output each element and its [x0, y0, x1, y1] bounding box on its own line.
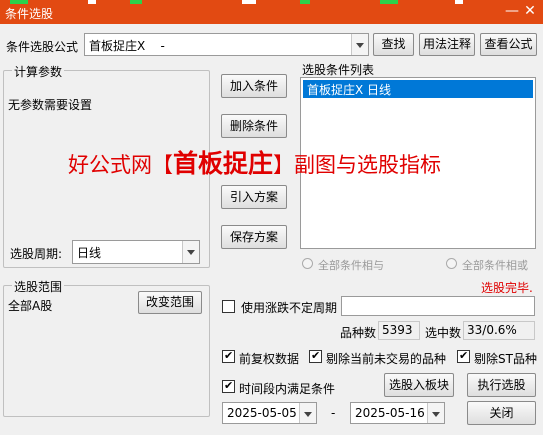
- chart-strip-decoration: [380, 0, 398, 4]
- exclude-untraded-label: 剔除当前未交易的品种: [326, 352, 447, 366]
- all-and-radio[interactable]: [302, 258, 313, 269]
- condition-list-label: 选股条件列表: [302, 63, 375, 77]
- all-or-radio[interactable]: [446, 258, 457, 269]
- calc-params-legend: 计算参数: [12, 63, 65, 80]
- volatility-checkbox[interactable]: [222, 300, 235, 313]
- chevron-down-icon[interactable]: [427, 403, 444, 423]
- watermark-prefix: 好公式网【: [68, 153, 173, 177]
- all-and-label: 全部条件相与: [318, 259, 384, 272]
- adjust-label: 前复权数据: [239, 352, 300, 366]
- watermark-suffix: 】副图与选股指标: [273, 153, 442, 177]
- save-plan-button[interactable]: 保存方案: [221, 225, 287, 249]
- formula-select-value: 首板捉庄X -: [89, 39, 165, 53]
- exclude-st-checkbox[interactable]: [457, 349, 470, 363]
- close-button[interactable]: 关闭: [467, 401, 536, 425]
- view-formula-button[interactable]: 查看公式: [480, 33, 537, 56]
- total-count-label: 品种数: [340, 326, 377, 340]
- volatility-label: 使用涨跌不定周期: [241, 301, 338, 315]
- formula-label: 条件选股公式: [6, 40, 79, 54]
- formula-select[interactable]: 首板捉庄X -: [84, 33, 369, 56]
- change-range-button[interactable]: 改变范围: [138, 291, 202, 314]
- exclude-st-label: 剔除ST品种: [474, 352, 537, 366]
- import-plan-button[interactable]: 引入方案: [221, 185, 287, 209]
- chevron-down-icon[interactable]: [351, 34, 368, 55]
- adjust-checkbox[interactable]: [222, 349, 235, 363]
- chevron-down-icon[interactable]: [299, 403, 316, 423]
- delete-condition-button[interactable]: 删除条件: [221, 114, 287, 138]
- period-condition-checkbox[interactable]: [222, 379, 235, 393]
- period-select-value: 日线: [77, 246, 102, 260]
- status-text: 选股完毕.: [481, 281, 533, 295]
- period-condition-label: 时间段内满足条件: [239, 382, 336, 396]
- range-legend: 选股范围: [12, 278, 65, 295]
- chart-strip-decoration: [10, 0, 28, 4]
- selected-count-label: 选中数: [425, 326, 462, 340]
- end-date-value: 2025-05-16: [355, 406, 425, 420]
- chart-strip-decoration: [242, 0, 256, 4]
- end-date-picker[interactable]: 2025-05-16: [350, 402, 445, 424]
- add-condition-button[interactable]: 加入条件: [221, 74, 287, 98]
- chevron-down-icon[interactable]: [182, 241, 199, 263]
- add-to-block-button[interactable]: 选股入板块: [384, 373, 454, 397]
- usage-notes-button[interactable]: 用法注释: [419, 33, 475, 56]
- date-separator: -: [331, 406, 336, 420]
- list-item[interactable]: 首板捉庄X 日线: [303, 80, 533, 98]
- start-date-picker[interactable]: 2025-05-05: [222, 402, 317, 424]
- chart-strip-decoration: [300, 0, 310, 4]
- title-bar[interactable]: 条件选股 — ✕: [0, 0, 543, 24]
- no-params-text: 无参数需要设置: [8, 98, 93, 112]
- period-select[interactable]: 日线: [72, 240, 200, 264]
- chart-strip-decoration: [88, 0, 96, 4]
- volatility-input[interactable]: [341, 296, 535, 316]
- selected-count-value: 33/0.6%: [463, 321, 535, 340]
- total-count-value: 5393: [378, 321, 420, 340]
- stock-screener-window: 条件选股 — ✕ 条件选股公式 首板捉庄X - 查找 用法注释 查看公式 计算参…: [0, 0, 543, 435]
- chart-strip-decoration: [455, 0, 463, 4]
- execute-button[interactable]: 执行选股: [467, 373, 536, 397]
- period-label: 选股周期:: [10, 247, 63, 261]
- window-title: 条件选股: [5, 7, 54, 21]
- start-date-value: 2025-05-05: [227, 406, 297, 420]
- promo-watermark: 好公式网【首板捉庄】副图与选股指标: [68, 144, 441, 180]
- find-button[interactable]: 查找: [373, 33, 414, 56]
- close-icon[interactable]: ✕: [522, 3, 538, 19]
- chart-strip-decoration: [130, 0, 142, 4]
- minimize-button[interactable]: —: [504, 3, 520, 19]
- range-value: 全部A股: [8, 299, 53, 313]
- exclude-untraded-checkbox[interactable]: [309, 349, 322, 363]
- all-or-label: 全部条件相或: [462, 259, 528, 272]
- watermark-highlight: 首板捉庄: [173, 149, 274, 178]
